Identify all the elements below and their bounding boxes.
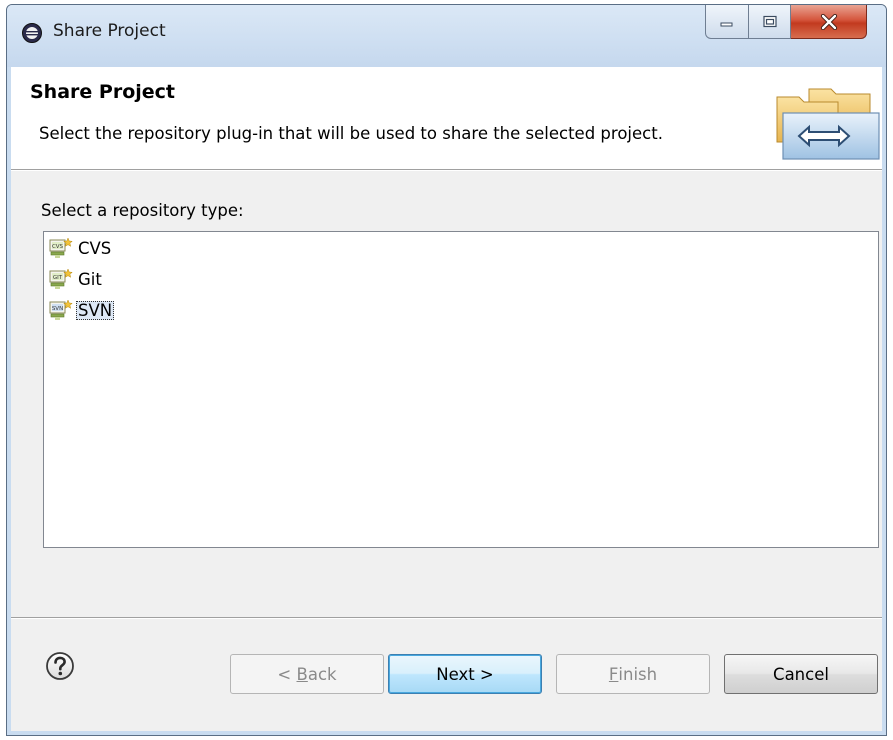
svg-text:GIT: GIT bbox=[53, 275, 63, 281]
cancel-button-label: Cancel bbox=[773, 664, 829, 684]
svn-repo-icon: SVN bbox=[49, 299, 73, 320]
page-title: Share Project bbox=[30, 81, 175, 103]
maximize-button[interactable] bbox=[749, 5, 791, 39]
help-icon[interactable] bbox=[45, 651, 75, 681]
next-button-label: Next > bbox=[436, 664, 494, 684]
list-item-label: Git bbox=[78, 269, 102, 289]
list-item-cvs[interactable]: CVS CVS bbox=[49, 235, 113, 261]
header-divider bbox=[11, 170, 882, 171]
wizard-header: Share Project Select the repository plug… bbox=[11, 67, 882, 170]
page-description: Select the repository plug-in that will … bbox=[39, 124, 663, 143]
repository-type-label: Select a repository type: bbox=[41, 201, 244, 220]
window-title: Share Project bbox=[53, 21, 166, 41]
minimize-button[interactable] bbox=[705, 5, 749, 39]
next-button[interactable]: Next > bbox=[388, 654, 542, 694]
finish-button-rest: inish bbox=[618, 664, 658, 684]
svg-text:SVN: SVN bbox=[52, 306, 63, 312]
git-repo-icon: GIT bbox=[49, 268, 73, 289]
list-item-label: SVN bbox=[76, 300, 115, 320]
back-button-mnemonic: B bbox=[296, 664, 308, 684]
finish-button[interactable]: Finish bbox=[556, 654, 710, 694]
repository-type-list[interactable]: CVS CVS GIT Git SVN SVN bbox=[43, 231, 879, 548]
back-button-rest: ack bbox=[307, 664, 337, 684]
minimize-icon bbox=[720, 22, 733, 26]
finish-button-mnemonic: F bbox=[608, 664, 619, 684]
list-item-git[interactable]: GIT Git bbox=[49, 266, 104, 292]
back-button[interactable]: < Back bbox=[230, 654, 384, 694]
cvs-repo-icon: CVS bbox=[49, 237, 73, 258]
list-item-label: CVS bbox=[78, 238, 112, 258]
close-icon bbox=[820, 13, 837, 30]
footer-divider-highlight bbox=[11, 618, 882, 619]
list-item-svn[interactable]: SVN SVN bbox=[49, 297, 115, 323]
share-folders-icon bbox=[776, 88, 880, 160]
svg-text:CVS: CVS bbox=[52, 244, 64, 250]
dialog-body: Share Project Select the repository plug… bbox=[7, 67, 882, 731]
maximize-icon bbox=[762, 15, 777, 27]
close-button[interactable] bbox=[791, 5, 867, 39]
dialog-window: Share Project Share Project Select the r… bbox=[6, 4, 887, 736]
eclipse-app-icon bbox=[22, 23, 42, 43]
cancel-button[interactable]: Cancel bbox=[724, 654, 878, 694]
back-button-prefix: < bbox=[277, 664, 297, 684]
title-bar[interactable]: Share Project bbox=[7, 5, 886, 67]
